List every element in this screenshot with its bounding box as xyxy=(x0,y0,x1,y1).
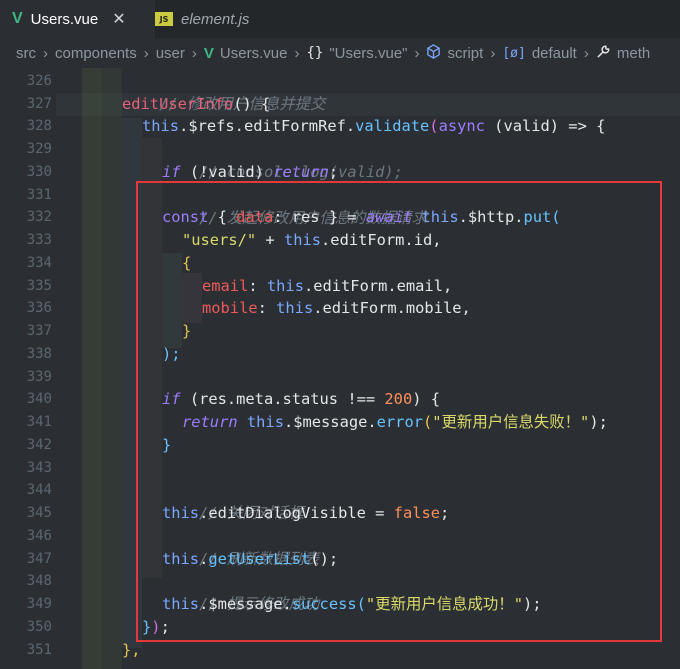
line-number: 346 xyxy=(26,528,52,544)
breadcrumb-src[interactable]: src xyxy=(16,45,36,62)
line-number: 344 xyxy=(26,482,52,498)
indent-guide xyxy=(82,68,102,669)
line-number: 331 xyxy=(26,187,52,203)
code-token: () { xyxy=(233,95,271,113)
tab-label: element.js xyxy=(181,10,250,28)
line-number: 332 xyxy=(26,209,52,225)
line-number: 329 xyxy=(26,141,52,157)
breadcrumb-users-vue[interactable]: Users.vue xyxy=(220,45,288,62)
line-number: 347 xyxy=(26,551,52,567)
code-token: return xyxy=(273,163,329,181)
chevron-right-icon: › xyxy=(143,44,149,62)
code-token: validate xyxy=(355,117,430,135)
code-token: ; xyxy=(328,163,339,181)
breadcrumb: src › components › user › V Users.vue › … xyxy=(0,38,680,68)
line-number: 345 xyxy=(26,505,52,521)
code-line: // 修改用户信息并提交 xyxy=(122,70,325,113)
code-token: async xyxy=(438,117,485,135)
chevron-right-icon: › xyxy=(414,44,420,62)
code-token: (valid) => { xyxy=(484,117,606,135)
line-number: 339 xyxy=(26,369,52,385)
line-number: 328 xyxy=(26,118,52,134)
line-number: 343 xyxy=(26,460,52,476)
vue-file-icon: V xyxy=(12,10,23,27)
line-number: 340 xyxy=(26,391,52,407)
code-line: this.$refs.editFormRef.validate(async (v… xyxy=(142,115,605,138)
code-token: ( xyxy=(429,117,439,135)
braces-icon: {} xyxy=(306,45,324,61)
line-number: 336 xyxy=(26,300,52,316)
line-number: 341 xyxy=(26,414,52,430)
chevron-right-icon: › xyxy=(191,44,197,62)
chevron-right-icon: › xyxy=(294,44,300,62)
tab-label: Users.vue xyxy=(30,10,99,28)
editor-tab-bar: V Users.vue ✕ JS element.js xyxy=(0,0,680,38)
tab-users-vue[interactable]: V Users.vue ✕ xyxy=(0,0,155,38)
indent-guide xyxy=(102,68,122,669)
line-number: 337 xyxy=(26,323,52,339)
breadcrumb-components[interactable]: components xyxy=(55,45,137,62)
line-number: 338 xyxy=(26,346,52,362)
code-token: (!valid) xyxy=(180,163,274,181)
code-token: this xyxy=(142,117,180,135)
wrench-icon xyxy=(596,44,611,63)
highlight-box xyxy=(136,181,662,642)
module-icon: [ø] xyxy=(502,45,526,61)
code-line: editUserInfo() { xyxy=(122,93,270,116)
js-file-icon: JS xyxy=(155,12,173,26)
code-token: editUserInfo xyxy=(122,95,234,113)
code-token: }, xyxy=(122,641,141,659)
line-number: 349 xyxy=(26,596,52,612)
chevron-right-icon: › xyxy=(43,44,48,62)
line-number: 326 xyxy=(26,73,52,89)
code-token: .$refs.editFormRef. xyxy=(179,117,356,135)
line-number: 348 xyxy=(26,573,52,589)
cube-icon xyxy=(426,43,441,63)
close-icon[interactable]: ✕ xyxy=(112,9,125,29)
line-number: 350 xyxy=(26,619,52,635)
vue-file-icon: V xyxy=(203,44,214,62)
code-line: }, xyxy=(122,639,141,662)
breadcrumb-methods[interactable]: meth xyxy=(617,45,650,62)
tab-element-js[interactable]: JS element.js xyxy=(143,0,295,38)
line-number: 351 xyxy=(26,642,52,658)
line-number: 334 xyxy=(26,255,52,271)
chevron-right-icon: › xyxy=(583,44,589,62)
code-editor[interactable]: 326 327 328 329 330 331 332 333 334 335 … xyxy=(0,68,680,669)
breadcrumb-component-name[interactable]: "Users.vue" xyxy=(329,45,407,62)
line-number-gutter: 326 327 328 329 330 331 332 333 334 335 … xyxy=(0,68,56,669)
line-number: 330 xyxy=(26,164,52,180)
line-number: 342 xyxy=(26,437,52,453)
line-number: 333 xyxy=(26,232,52,248)
line-number: 335 xyxy=(26,278,52,294)
code-token: if xyxy=(162,163,181,181)
breadcrumb-user[interactable]: user xyxy=(156,45,185,62)
breadcrumb-default[interactable]: default xyxy=(532,45,577,62)
line-number: 327 xyxy=(26,96,52,112)
code-line: // console.log(valid); xyxy=(162,138,403,181)
breadcrumb-script[interactable]: script xyxy=(447,45,483,62)
chevron-right-icon: › xyxy=(490,44,496,62)
